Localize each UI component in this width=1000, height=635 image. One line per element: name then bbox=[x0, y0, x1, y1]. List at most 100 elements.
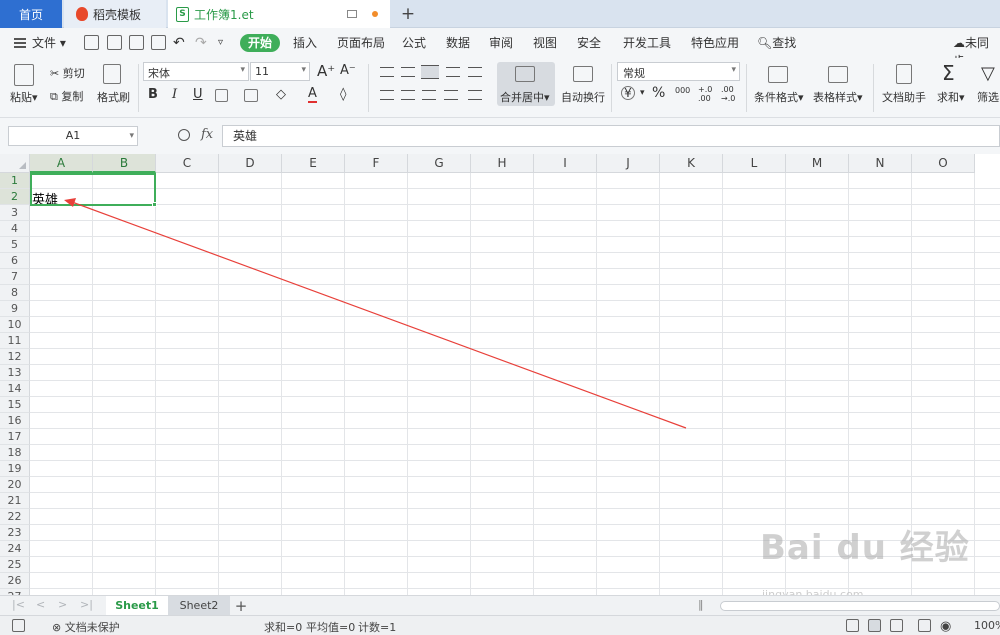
sum-button[interactable]: 求和▾ bbox=[937, 89, 965, 105]
first-sheet-icon[interactable]: |< bbox=[12, 598, 25, 611]
spreadsheet-icon: S bbox=[176, 6, 189, 22]
font-name-select[interactable]: 宋体 bbox=[143, 62, 249, 81]
scissors-icon: ✂ bbox=[50, 67, 60, 80]
tab-review[interactable]: 审阅 bbox=[489, 34, 513, 52]
protection-status[interactable]: ⊗ 文档未保护 bbox=[52, 619, 120, 635]
last-sheet-icon[interactable]: >| bbox=[80, 598, 93, 611]
decrease-decimal-icon[interactable]: .00 →.0 bbox=[721, 85, 737, 103]
tab-formula[interactable]: 公式 bbox=[402, 34, 426, 52]
font-size-select[interactable]: 11 bbox=[250, 62, 310, 81]
merge-icon bbox=[515, 66, 535, 82]
currency-dropdown-icon[interactable]: ▾ bbox=[640, 88, 645, 98]
align-middle-icon[interactable] bbox=[401, 67, 415, 77]
table-style-icon[interactable] bbox=[828, 66, 848, 83]
paste-icon[interactable] bbox=[14, 64, 34, 86]
fill-color-icon[interactable]: ◇ bbox=[276, 87, 286, 102]
border-icon[interactable] bbox=[215, 89, 228, 102]
currency-icon[interactable]: ¥ bbox=[621, 86, 635, 100]
zoom-icon[interactable] bbox=[178, 129, 190, 141]
copy-icon: ⧉ bbox=[50, 90, 58, 103]
indent-increase-icon[interactable] bbox=[468, 67, 482, 77]
conditional-format-button[interactable]: 条件格式▾ bbox=[754, 89, 804, 105]
tab-home[interactable]: 首页 bbox=[0, 0, 62, 28]
filter-icon[interactable]: ▽ bbox=[981, 63, 995, 84]
filter-button[interactable]: 筛选 bbox=[977, 89, 999, 105]
search-button[interactable]: 🔍︎查找 bbox=[757, 34, 796, 52]
conditional-format-icon[interactable] bbox=[768, 66, 788, 83]
tab-security[interactable]: 安全 bbox=[577, 34, 601, 52]
tab-special-apps[interactable]: 特色应用 bbox=[691, 34, 739, 52]
tab-data[interactable]: 数据 bbox=[446, 34, 470, 52]
tab-page-layout[interactable]: 页面布局 bbox=[337, 34, 385, 52]
undo-icon[interactable]: ↶ bbox=[173, 34, 185, 52]
horizontal-scrollbar[interactable] bbox=[720, 601, 1000, 611]
underline-icon[interactable]: U bbox=[193, 87, 203, 102]
thousands-icon[interactable]: 000 bbox=[675, 86, 690, 95]
sheet-tab-1[interactable]: Sheet1 bbox=[106, 596, 168, 616]
clear-format-icon[interactable]: ◊ bbox=[340, 87, 346, 102]
align-right-icon[interactable] bbox=[422, 90, 436, 100]
redo-icon[interactable]: ↷ bbox=[195, 34, 207, 52]
paste-label: 粘贴 bbox=[10, 91, 32, 104]
wrap-text-button[interactable]: 自动换行 bbox=[561, 89, 605, 105]
font-shrink-icon[interactable]: A⁻ bbox=[340, 63, 356, 78]
table-style-button[interactable]: 表格样式▾ bbox=[813, 89, 863, 105]
menu-icon[interactable] bbox=[14, 38, 26, 48]
customize-icon[interactable]: ▿ bbox=[218, 34, 223, 52]
function-icon[interactable]: fx bbox=[201, 127, 213, 142]
format-painter-icon[interactable] bbox=[103, 64, 121, 84]
add-sheet-button[interactable]: + bbox=[232, 596, 250, 616]
sync-status[interactable]: ☁未同步 bbox=[953, 34, 1000, 68]
fullscreen-icon[interactable] bbox=[846, 619, 859, 632]
tab-insert[interactable]: 插入 bbox=[293, 34, 317, 52]
page-break-view-icon[interactable] bbox=[890, 619, 903, 632]
align-top-icon[interactable] bbox=[380, 67, 394, 77]
tab-view[interactable]: 视图 bbox=[533, 34, 557, 52]
increase-decimal-icon[interactable]: +.0 .00 bbox=[698, 85, 714, 103]
tab-start[interactable]: 开始 bbox=[240, 34, 280, 52]
save-icon[interactable] bbox=[84, 35, 99, 50]
print-preview-icon[interactable] bbox=[151, 35, 166, 50]
percent-icon[interactable]: % bbox=[652, 85, 665, 101]
name-box[interactable]: A1 bbox=[8, 126, 138, 146]
tab-developer[interactable]: 开发工具 bbox=[623, 34, 671, 52]
align-justify-icon[interactable] bbox=[444, 90, 458, 100]
new-tab-button[interactable]: + bbox=[396, 0, 420, 28]
distribute-icon[interactable] bbox=[468, 90, 482, 100]
sheet-tab-bar: |< < > >| Sheet1 Sheet2 + ‖ bbox=[0, 595, 1000, 616]
align-left-icon[interactable] bbox=[380, 90, 394, 100]
prev-sheet-icon[interactable]: < bbox=[36, 598, 45, 611]
indent-decrease-icon[interactable] bbox=[446, 67, 460, 77]
wrap-text-icon[interactable] bbox=[573, 66, 593, 82]
tab-document[interactable]: S 工作簿1.et bbox=[168, 0, 390, 28]
tab-template[interactable]: 稻壳模板 bbox=[64, 0, 166, 28]
formula-input[interactable]: 英雄 bbox=[222, 125, 1000, 147]
eye-protect-icon[interactable]: ◉ bbox=[940, 619, 951, 634]
copy-button[interactable]: ⧉ 复制 bbox=[50, 88, 83, 104]
italic-icon[interactable]: I bbox=[172, 87, 177, 102]
font-grow-icon[interactable]: A⁺ bbox=[317, 62, 335, 80]
align-center-icon[interactable] bbox=[401, 90, 415, 100]
file-menu[interactable]: 文件 ▾ bbox=[32, 34, 66, 52]
paste-button[interactable]: 粘贴▾ bbox=[10, 89, 38, 105]
doc-helper-button[interactable]: 文档助手 bbox=[882, 89, 926, 105]
bold-icon[interactable]: B bbox=[148, 87, 158, 102]
cut-button[interactable]: ✂ 剪切 bbox=[50, 65, 85, 81]
monitor-icon[interactable] bbox=[347, 10, 357, 18]
align-bottom-icon[interactable] bbox=[421, 65, 439, 79]
zoom-level[interactable]: 100% bbox=[974, 619, 1000, 632]
font-color-icon[interactable]: A bbox=[308, 86, 317, 103]
format-painter-button[interactable]: 格式刷 bbox=[97, 89, 130, 105]
next-sheet-icon[interactable]: > bbox=[58, 598, 67, 611]
print-icon[interactable] bbox=[129, 35, 144, 50]
number-format-select[interactable]: 常规 bbox=[617, 62, 740, 81]
doc-helper-icon[interactable] bbox=[896, 64, 912, 84]
status-doc-icon[interactable] bbox=[12, 619, 25, 632]
export-icon[interactable] bbox=[107, 35, 122, 50]
sum-icon[interactable]: Σ bbox=[942, 61, 955, 85]
scroll-left-icon[interactable]: ‖ bbox=[698, 598, 704, 611]
page-layout-view-icon[interactable] bbox=[918, 619, 931, 632]
normal-view-icon[interactable] bbox=[868, 619, 881, 632]
sheet-tab-2[interactable]: Sheet2 bbox=[168, 596, 230, 616]
cell-format-icon[interactable] bbox=[244, 89, 258, 102]
